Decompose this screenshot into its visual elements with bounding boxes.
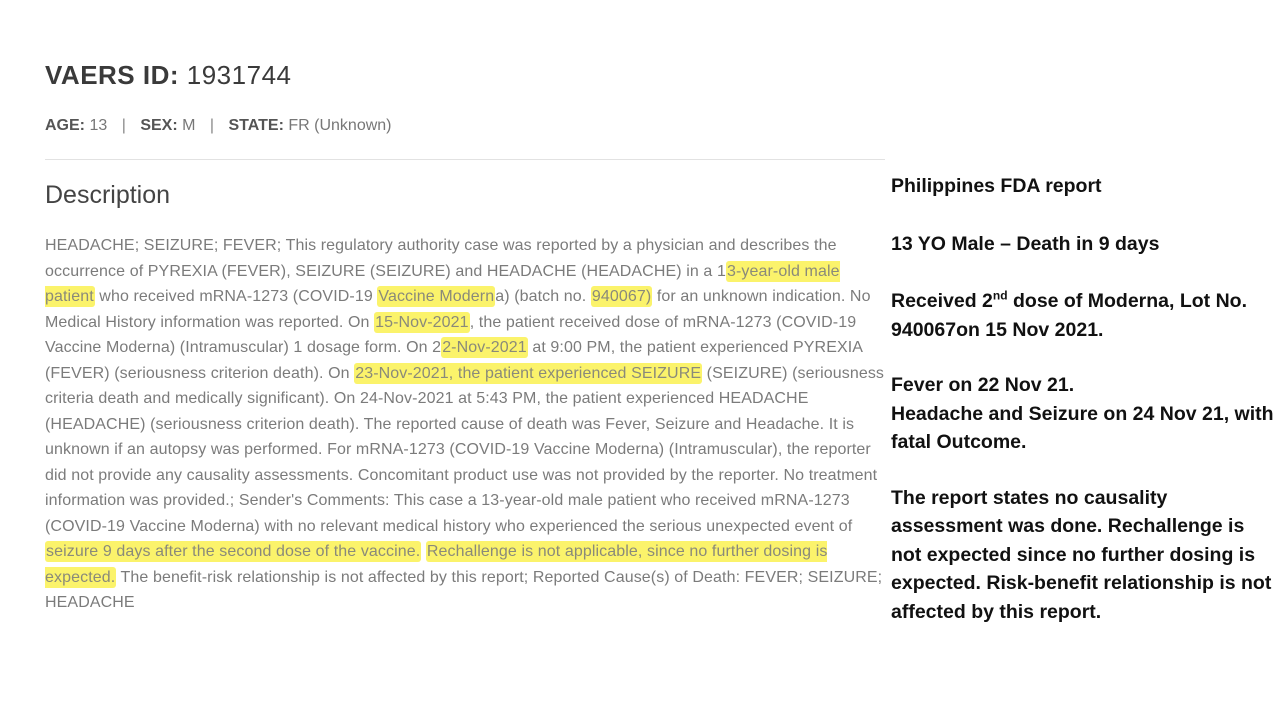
highlighted-text: 940067) (590, 286, 653, 307)
annotation-fever: Fever on 22 Nov 21. (891, 374, 1075, 396)
highlighted-text: 2-Nov-2021 (441, 337, 528, 358)
description-text: (SEIZURE) (seriousness criteria death an… (45, 364, 885, 535)
vaers-id-title: VAERS ID: 1931744 (45, 60, 292, 91)
highlighted-text: 23-Nov-2021, the patient experienced SEI… (354, 362, 703, 384)
highlighted-text: seizure 9 days after the second dose of … (45, 541, 422, 562)
description-text: who received mRNA-1273 (COVID-19 (94, 288, 378, 305)
sex-label: SEX: (140, 117, 178, 134)
highlighted-text: 15-Nov-2021 (374, 311, 470, 333)
description-text: a) (batch no. (495, 288, 591, 305)
annotation-title: Philippines FDA report (891, 175, 1102, 197)
header-divider (45, 159, 885, 160)
age-label: AGE: (45, 117, 85, 134)
annotation-headache: Headache and Seizure on 24 Nov 21, with … (891, 402, 1274, 454)
description-text: The benefit-risk relationship is not aff… (45, 568, 883, 612)
annotation-conclusion: The report states no causality assessmen… (891, 486, 1272, 623)
sex-value: M (182, 117, 196, 134)
dose-sup: nd (992, 288, 1008, 303)
patient-meta: AGE: 13 | SEX: M | STATE: FR (Unknown) (45, 117, 392, 135)
annotation-dose: Received 2nd dose of Moderna, Lot No. 94… (891, 287, 1276, 344)
description-body: HEADACHE; SEIZURE; FEVER; This regulator… (45, 233, 890, 616)
description-heading: Description (45, 181, 171, 209)
annotation-panel: Philippines FDA report 13 YO Male – Deat… (891, 172, 1276, 626)
dose-pre: Received 2 (891, 290, 993, 312)
meta-separator: | (121, 117, 126, 134)
meta-separator: | (209, 117, 215, 134)
highlighted-text: Vaccine Modern (377, 286, 496, 307)
vaers-id-value: 1931744 (186, 60, 292, 90)
state-value: FR (Unknown) (288, 117, 392, 134)
vaers-id-label: VAERS ID: (45, 60, 180, 90)
description-text: HEADACHE; SEIZURE; FEVER; This regulator… (45, 237, 837, 280)
age-value: 13 (89, 117, 108, 134)
annotation-summary: 13 YO Male – Death in 9 days (891, 232, 1160, 255)
state-label: STATE: (228, 117, 284, 134)
